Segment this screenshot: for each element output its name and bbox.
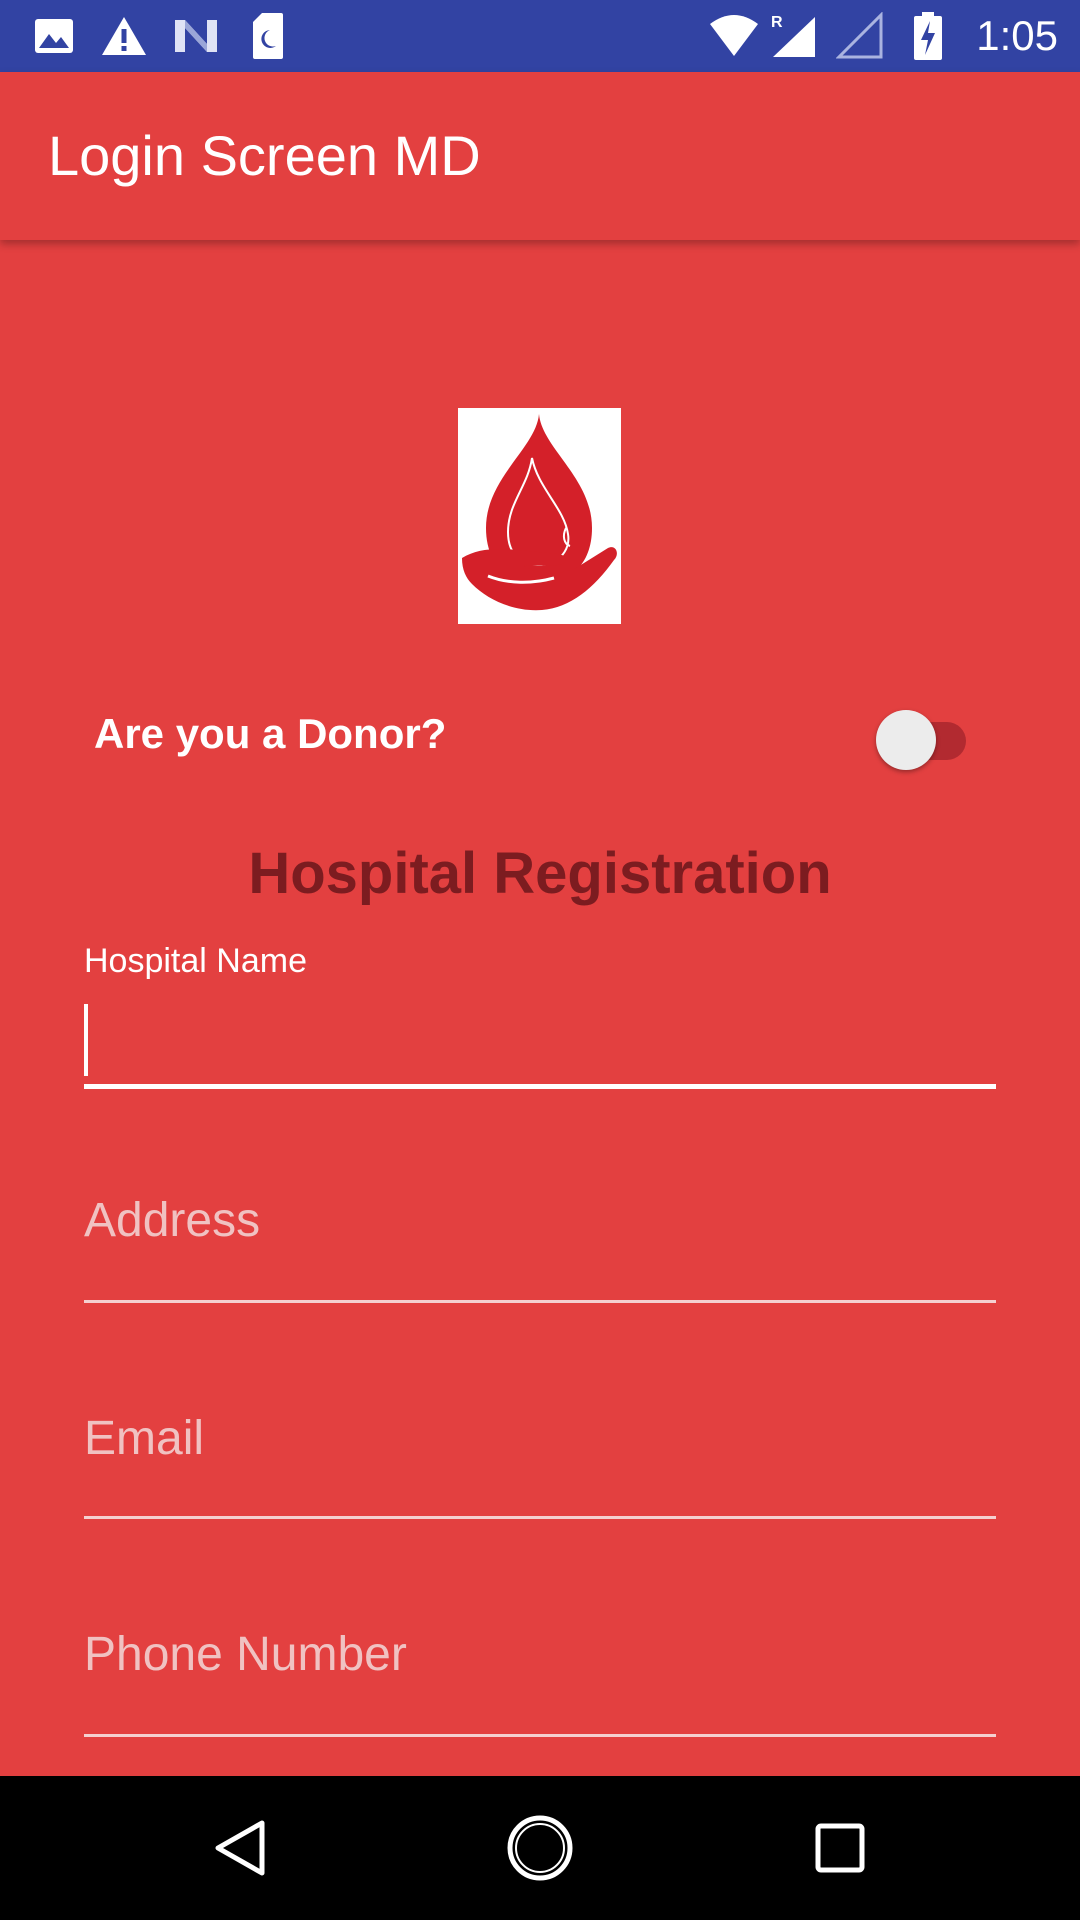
hospital-name-underline — [84, 1084, 996, 1089]
home-icon[interactable] — [500, 1808, 580, 1888]
switch-thumb — [876, 710, 936, 770]
recents-icon[interactable] — [800, 1808, 880, 1888]
blood-drop-hand-icon — [462, 414, 617, 611]
status-time: 1:05 — [976, 12, 1058, 59]
section-title: Hospital Registration — [248, 841, 832, 906]
battery-charging-icon — [902, 10, 954, 62]
email-input[interactable] — [84, 1402, 996, 1474]
status-bar: R 1:05 — [0, 0, 1080, 72]
donor-toggle-switch[interactable] — [876, 704, 976, 770]
hospital-name-field[interactable]: Hospital Name — [84, 942, 996, 1092]
hospital-name-label: Hospital Name — [84, 942, 307, 980]
phone-number-field[interactable] — [84, 1618, 996, 1740]
app-title: Login Screen MD — [48, 124, 481, 187]
sim-card-icon — [242, 10, 294, 62]
registration-form: Are you a Donor? Hospital Registration H… — [0, 240, 1080, 1776]
app-bar: Login Screen MD — [0, 72, 1080, 240]
address-input[interactable] — [84, 1184, 996, 1256]
navigation-bar — [0, 1776, 1080, 1920]
hospital-name-input[interactable] — [84, 1004, 996, 1076]
address-underline — [84, 1300, 996, 1303]
phone-number-input[interactable] — [84, 1618, 996, 1690]
back-icon[interactable] — [200, 1808, 280, 1888]
n-notification-icon — [170, 10, 222, 62]
cell-signal-roaming-icon: R — [768, 10, 820, 62]
address-field[interactable] — [84, 1184, 996, 1306]
image-icon — [28, 10, 80, 62]
wifi-icon — [708, 10, 760, 62]
app-logo — [458, 408, 621, 624]
phone-number-underline — [84, 1734, 996, 1737]
svg-text:R: R — [771, 14, 783, 31]
cell-signal-empty-icon — [834, 10, 886, 62]
donor-toggle-label: Are you a Donor? — [94, 710, 447, 757]
warning-icon — [98, 10, 150, 62]
email-underline — [84, 1516, 996, 1519]
email-field[interactable] — [84, 1402, 996, 1524]
